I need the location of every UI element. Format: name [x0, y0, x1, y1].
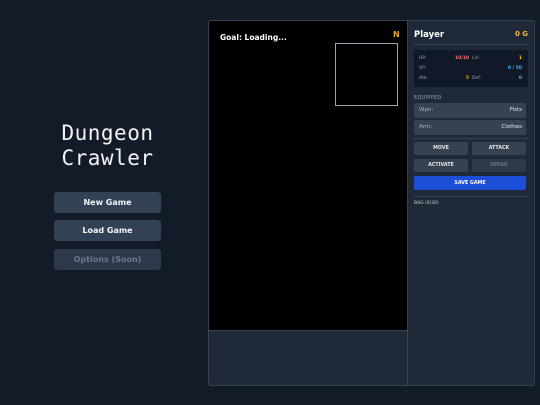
game-viewport[interactable]: Goal: Loading... N [209, 21, 407, 330]
game-window: Goal: Loading... N Player 0 G HP: 10/10 … [208, 20, 535, 386]
atk-label: Atk: [419, 76, 428, 81]
atk-value: 5 [465, 76, 469, 81]
equipped-heading: EQUIPPED [414, 95, 442, 101]
new-game-button[interactable]: New Game [54, 192, 161, 213]
compass-indicator: N [393, 30, 400, 39]
armor-value: Clothes [501, 124, 522, 130]
divider [414, 44, 528, 45]
player-name: Player [414, 30, 445, 40]
save-game-button[interactable]: SAVE GAME [414, 176, 526, 190]
xp-value: 0 / 50 [507, 66, 522, 71]
load-game-button[interactable]: Load Game [54, 220, 161, 241]
armor-label: Arm: [419, 124, 433, 130]
gold-counter: 0 G [514, 30, 528, 38]
minimap [335, 43, 398, 106]
game-title: Dungeon Crawler [30, 121, 185, 171]
weapon-value: Fists [509, 107, 522, 113]
player-panel: Player 0 G HP: 10/10 Lvl: 1 XP: 0 / 50 A… [407, 21, 534, 385]
lvl-label: Lvl: [472, 56, 480, 61]
goal-text: Goal: Loading... [220, 33, 287, 42]
def-label: Def: [472, 76, 482, 81]
activate-button[interactable]: ACTIVATE [414, 159, 468, 172]
divider [414, 138, 528, 139]
game-title-line-2: Crawler [61, 146, 154, 170]
xp-label: XP: [419, 66, 427, 71]
def-value: 0 [518, 76, 522, 81]
weapon-slot[interactable]: Wpn: Fists [414, 103, 526, 118]
attack-button[interactable]: ATTACK [472, 142, 526, 155]
divider [414, 196, 528, 197]
message-log [209, 330, 407, 385]
lvl-value: 1 [518, 56, 522, 61]
hp-label: HP: [419, 56, 427, 61]
bag-capacity: BAG (0/30) [414, 201, 439, 206]
hp-value: 10/10 [454, 56, 469, 61]
move-button[interactable]: MOVE [414, 142, 468, 155]
options-button: Options (Soon) [54, 249, 161, 270]
game-title-line-1: Dungeon [61, 121, 154, 145]
speak-button: SPEAK [472, 159, 526, 172]
stats-box: HP: 10/10 Lvl: 1 XP: 0 / 50 Atk: 5 Def: … [414, 50, 528, 87]
weapon-label: Wpn: [419, 107, 434, 113]
armor-slot[interactable]: Arm: Clothes [414, 120, 526, 135]
